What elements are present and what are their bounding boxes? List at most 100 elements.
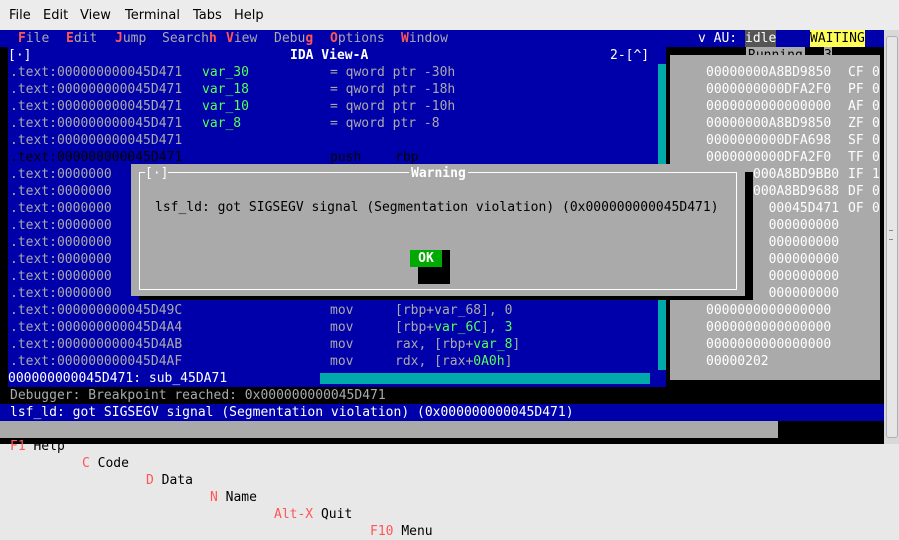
register-value: 0000000000DFA2F0 — [706, 82, 832, 97]
disasm-operands: rax, [rbp+var_8] — [395, 336, 520, 353]
disasm-address: .text:0000000 — [10, 201, 112, 216]
register-value: 000A8BD9BB0 — [753, 167, 840, 182]
ok-button-shadow — [418, 267, 450, 284]
disasm-address: .text:000000000045D471 — [10, 133, 183, 148]
hotkey-key: C — [82, 456, 90, 471]
menu-file[interactable]: File — [9, 8, 31, 23]
hotkey-letter: g — [305, 31, 314, 46]
register-name: EFL — [674, 354, 698, 369]
flag-value: 0 — [872, 133, 880, 148]
ida-menu-window[interactable]: Window — [401, 30, 448, 47]
flag-name: SF — [848, 133, 864, 148]
dialog-message: lsf_ld: got SIGSEGV signal (Segmentation… — [155, 200, 719, 215]
operand-part: 3 — [504, 320, 513, 335]
flag-name: OF — [848, 201, 864, 216]
menu-terminal[interactable]: Terminal — [125, 8, 180, 23]
hotkey-f10[interactable]: F10 Menu — [370, 523, 433, 540]
menu-view[interactable]: View — [80, 8, 111, 23]
register-value: 000000000 — [768, 286, 840, 301]
hotkey-key: N — [210, 490, 218, 505]
ida-menu-search[interactable]: Searchh — [162, 30, 217, 47]
disasm-address: .text:0000000 — [10, 218, 112, 233]
ida-menu-options[interactable]: Options — [330, 30, 385, 47]
horizontal-scrollbar[interactable] — [320, 373, 650, 384]
panel-left-corner[interactable]: [·] — [8, 47, 31, 64]
ok-button[interactable]: OK — [410, 250, 442, 267]
disasm-address: .text:000000000045D4A4 — [10, 320, 183, 335]
dialog-title: Warning — [409, 165, 468, 182]
hotkey-label: Data — [161, 473, 193, 488]
ok-button-shadow — [442, 250, 450, 267]
hotkey-letter: W — [401, 31, 409, 46]
operand-part: rax, [rbp+ — [395, 337, 474, 352]
operand-part: rdx, [rax+ — [395, 354, 474, 369]
register-value: 0000000000000000 — [706, 337, 832, 352]
disasm-address: .text:0000000 — [10, 167, 112, 182]
flag-name: TF — [848, 150, 864, 165]
operand-part: ] — [512, 337, 521, 352]
disasm-operands: [rbp+var_6C], 3 — [395, 319, 512, 336]
hotkey-c[interactable]: C Code — [82, 455, 129, 472]
menu-help[interactable]: Help — [234, 8, 264, 23]
hotkey-f1[interactable]: F1 Help — [10, 438, 65, 455]
menu-label: ptions — [337, 31, 385, 46]
flag-value: 1 — [872, 167, 880, 182]
disasm-footer: 000000000045D471: sub_45DA71 — [8, 371, 228, 386]
panel-right-corner[interactable]: 2-[^] — [610, 47, 649, 64]
operand-part: rbp — [395, 150, 419, 165]
flag-name: PF — [848, 82, 864, 97]
ida-menu-view[interactable]: View — [226, 30, 257, 47]
operand-part: var_6C — [434, 320, 482, 335]
dialog-close-corner[interactable]: [·] — [145, 165, 169, 182]
menu-tabs[interactable]: Tabs — [193, 8, 222, 23]
hotkey-alt-x[interactable]: Alt-X Quit — [274, 506, 352, 523]
menu-label: iew — [233, 31, 258, 46]
disasm-mnemonic: mov — [330, 303, 354, 318]
register-value: 000000000 — [768, 252, 840, 267]
flag-name: ZF — [848, 116, 864, 131]
flag-value: 0 — [872, 201, 880, 216]
hotkey-label: Code — [97, 456, 129, 471]
terminal-menubar: File Edit View Terminal Tabs Help — [0, 0, 899, 30]
register-value: 0000000000000000 — [706, 320, 832, 335]
hotkey-n[interactable]: N Name — [210, 489, 257, 506]
register-name: R13 — [674, 303, 698, 318]
disasm-address: .text:0000000 — [10, 235, 112, 250]
disasm-address: .text:0000000 — [10, 269, 112, 284]
register-value: 00000000A8BD9850 — [706, 65, 832, 80]
ida-menu-file[interactable]: File — [18, 30, 49, 47]
menu-label: earch — [169, 31, 209, 46]
register-value: 0000000000000000 — [706, 303, 832, 318]
register-value: 000000000 — [768, 218, 840, 233]
flag-name: IF — [848, 167, 864, 182]
menu-label: ile — [25, 31, 50, 46]
disasm-address: .text:000000000045D471 — [10, 99, 183, 114]
register-name: RSI — [674, 133, 698, 148]
ida-menu-edit[interactable]: Edit — [66, 30, 97, 47]
hotkey-letter: O — [330, 31, 338, 46]
stack-var-name: var_18 — [202, 82, 249, 97]
disasm-address: .text:0000000 — [10, 184, 112, 199]
register-name: R14 — [674, 320, 698, 335]
operand-part: [rbp+ — [395, 320, 435, 335]
register-name: RBX — [674, 82, 698, 97]
terminal-scrollbar[interactable] — [884, 30, 899, 444]
hotkey-letter: V — [226, 31, 234, 46]
dialog-shadow — [745, 172, 753, 300]
hotkey-d[interactable]: D Data — [146, 472, 193, 489]
disasm-address: .text:000000000045D471 — [10, 65, 183, 80]
stack-var-def: = qword ptr -10h — [330, 99, 456, 114]
hotkey-letter: h — [208, 31, 217, 46]
ida-menu-jump[interactable]: Jump — [115, 30, 146, 47]
register-name: RAX — [674, 65, 698, 80]
hotkey-letter: J — [115, 31, 123, 46]
disasm-operands: rdx, [rax+0A0h] — [395, 353, 512, 370]
stack-var-name: var_8 — [202, 116, 242, 131]
flag-value: 0 — [872, 99, 880, 114]
menu-edit[interactable]: Edit — [43, 8, 68, 23]
scrollbar-grip-icon — [889, 230, 893, 240]
stack-var-def: = qword ptr -18h — [330, 82, 456, 97]
ida-menu-debug[interactable]: Debug — [274, 30, 313, 47]
dialog-shadow — [139, 296, 753, 300]
operand-part: var_8 — [473, 337, 513, 352]
